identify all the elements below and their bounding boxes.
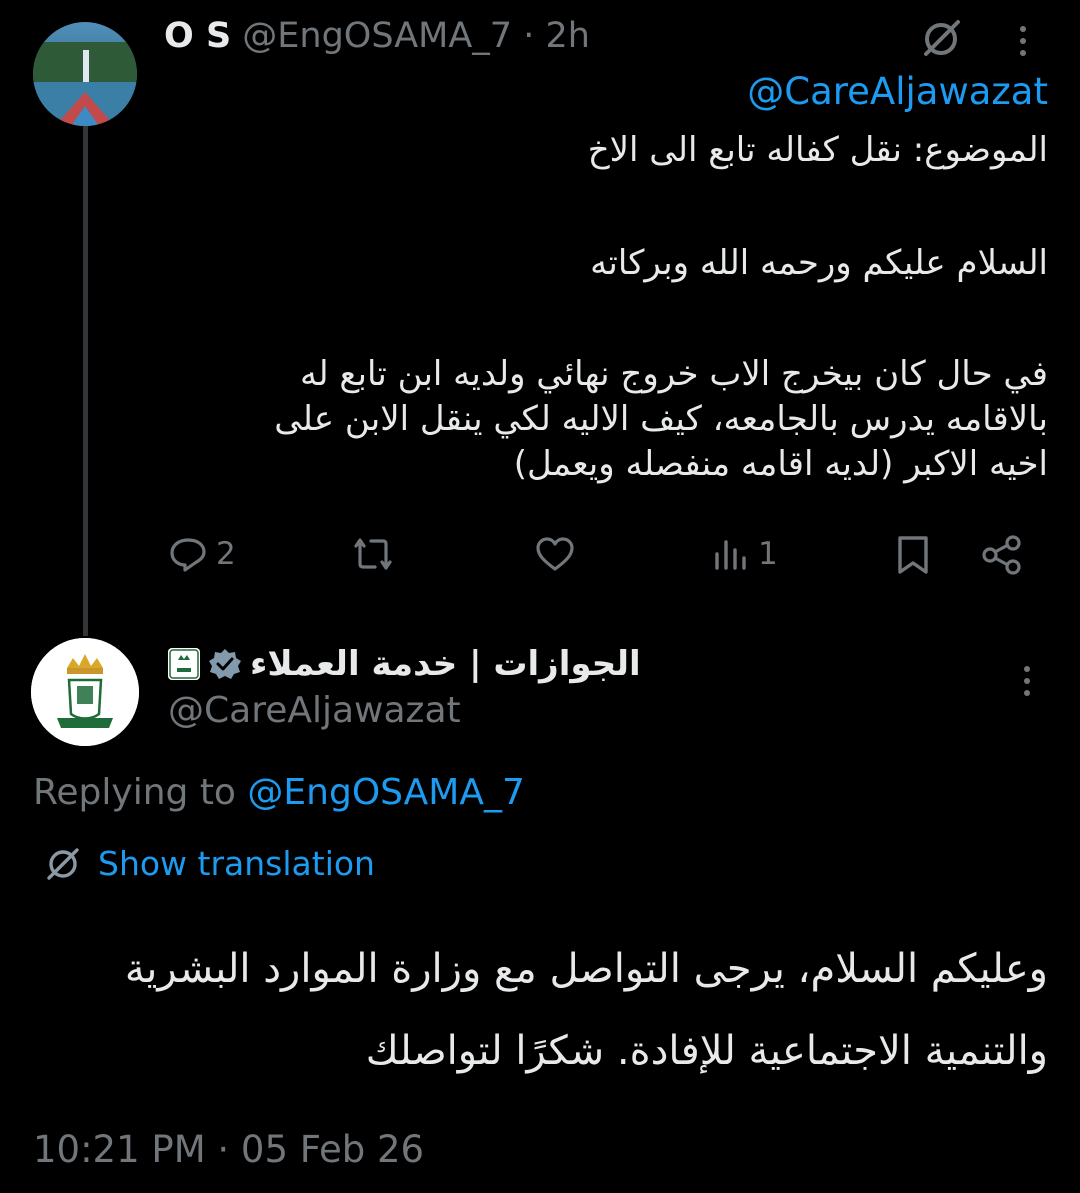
grok-icon[interactable]: [920, 18, 962, 60]
handle[interactable]: @EngOSAMA_7: [242, 16, 512, 56]
reply-text: وعليكم السلام، يرجى التواصل مع وزارة الم…: [38, 928, 1048, 1092]
reply-line: وعليكم السلام، يرجى التواصل مع وزارة الم…: [124, 946, 1048, 992]
tweet-line: اخيه الاكبر (لديه اقامه منفصله ويعمل): [513, 444, 1048, 484]
views-button[interactable]: 1: [712, 534, 778, 574]
views-count: 1: [758, 536, 778, 572]
handle[interactable]: @CareAljawazat: [168, 690, 461, 731]
reply-header: الجوازات | خدمة العملاء: [168, 640, 641, 688]
thread-line: [83, 124, 88, 636]
timestamp[interactable]: 10:21 PM · 05 Feb 26: [33, 1128, 424, 1171]
avatar-engosama[interactable]: [33, 22, 137, 126]
views-icon: [712, 534, 750, 574]
translate-icon: [44, 845, 82, 883]
more-icon[interactable]: [1017, 24, 1029, 58]
reply-line: والتنمية الاجتماعية للإفادة. شكرًا لتواص…: [365, 1028, 1048, 1074]
verified-badge-icon: [208, 647, 242, 681]
avatar-carealjawazat[interactable]: [31, 638, 139, 746]
tweet-header: O S @EngOSAMA_7 · 2h: [164, 16, 590, 56]
bookmark-icon[interactable]: [895, 534, 931, 576]
tweet-text: الموضوع: نقل كفاله تابع الى الاخ السلام …: [228, 128, 1048, 487]
replying-to: Replying to @EngOSAMA_7: [33, 772, 525, 813]
retweet-icon: [350, 534, 396, 574]
share-icon[interactable]: [980, 534, 1024, 576]
tweet-line: في حال كان بيخرج الاب خروج نهائي ولديه ا…: [300, 354, 1048, 394]
reply-icon: [168, 534, 208, 574]
replying-prefix: Replying to: [33, 772, 248, 813]
like-button[interactable]: [534, 534, 584, 574]
more-icon[interactable]: [1021, 664, 1033, 698]
reply-button[interactable]: 2: [168, 534, 236, 574]
replying-handle-link[interactable]: @EngOSAMA_7: [247, 772, 525, 813]
separator: ·: [523, 16, 535, 56]
affiliate-badge-icon: [168, 648, 200, 680]
tweet-line: بالاقامه يدرس بالجامعه، كيف الاليه لكي ي…: [274, 399, 1048, 439]
show-translation-button[interactable]: Show translation: [44, 844, 375, 883]
tweet-time[interactable]: 2h: [546, 16, 590, 56]
tweet-line: السلام عليكم ورحمه الله وبركاته: [590, 243, 1048, 283]
mention-link[interactable]: @CareAljawazat: [747, 70, 1048, 113]
like-icon: [534, 534, 576, 574]
reply-count: 2: [216, 536, 236, 572]
show-translation-label: Show translation: [98, 844, 375, 883]
display-name[interactable]: الجوازات | خدمة العملاء: [250, 644, 641, 684]
display-name[interactable]: O S: [164, 16, 231, 56]
tweet-line: الموضوع: نقل كفاله تابع الى الاخ: [587, 130, 1048, 170]
retweet-button[interactable]: [350, 534, 404, 574]
